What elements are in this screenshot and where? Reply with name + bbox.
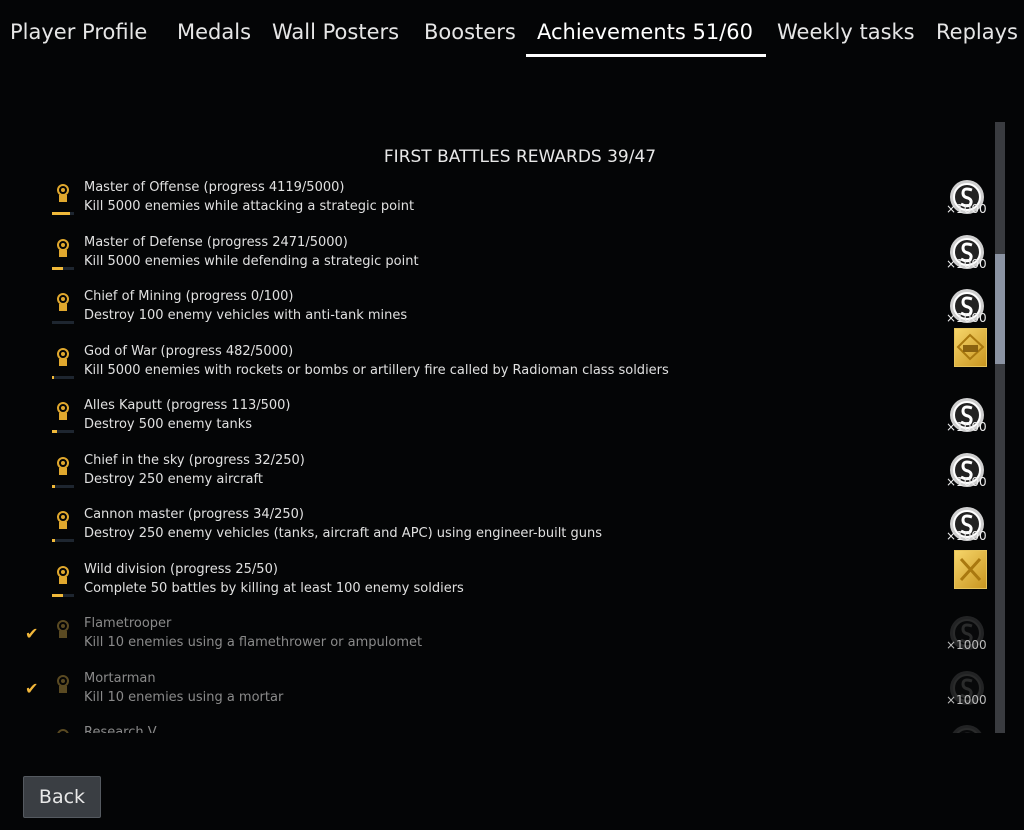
achievement-row: ✔ Mortarman Kill 10 enemies using a mortar… (0, 669, 992, 723)
tab-bar: Player Profile Medals Wall Posters Boost… (0, 0, 1024, 60)
reward-multiplier: ×1000 (946, 311, 987, 325)
achievement-description: Destroy 250 enemy aircraft (84, 471, 263, 487)
achievement-title: God of War (progress 482/5000) (84, 343, 294, 359)
scrollbar[interactable] (995, 122, 1005, 733)
tab-replays[interactable]: Replays (936, 20, 1018, 44)
achievement-title: Chief of Mining (progress 0/100) (84, 289, 294, 304)
progress-bar (52, 539, 74, 542)
reward-multiplier: ×1000 (946, 638, 987, 652)
tab-achievements[interactable]: Achievements 51/60 (537, 20, 753, 44)
reward-multiplier: ×1000 (946, 202, 987, 216)
medal-icon (56, 293, 70, 311)
medal-icon (56, 620, 70, 638)
medal-icon (56, 402, 70, 420)
achievement-title: Cannon master (progress 34/250) (84, 507, 304, 522)
medal-icon (56, 565, 70, 584)
progress-bar (52, 430, 74, 433)
progress-bar (52, 321, 74, 324)
achievement-row: Alles Kaputt (progress 113/500) Destroy 5… (0, 396, 992, 450)
achievement-title: Master of Offense (progress 4119/5000) (84, 180, 345, 195)
achievement-description: Kill 10 enemies using a flamethrower or … (84, 635, 423, 650)
achievement-row: Chief of Mining (progress 0/100) Destroy … (0, 287, 992, 341)
achievement-row: Master of Defense (progress 2471/5000) Ki… (0, 233, 992, 287)
scrollbar-thumb[interactable] (995, 254, 1005, 364)
achievement-title: Alles Kaputt (progress 113/500) (84, 398, 291, 413)
achievement-title: Chief in the sky (progress 32/250) (84, 452, 305, 468)
progress-bar (52, 212, 74, 215)
check-icon: ✔ (25, 624, 39, 643)
reward-multiplier: ×1000 (946, 529, 987, 543)
achievement-description: Kill 5000 enemies with rockets or bombs … (84, 362, 669, 378)
tab-weekly-tasks[interactable]: Weekly tasks (777, 20, 915, 44)
reward-multiplier: ×1000 (946, 420, 987, 434)
tab-player-profile[interactable]: Player Profile (10, 20, 147, 44)
gold-tank-decal-icon (954, 327, 987, 367)
achievement-row: Cannon master (progress 34/250) Destroy 2… (0, 505, 992, 559)
achievement-row: ✔Research V (0, 723, 992, 733)
medal-icon (56, 456, 70, 475)
medal-icon (56, 347, 70, 366)
progress-bar (52, 484, 74, 488)
check-icon: ✔ (25, 678, 39, 698)
achievement-title: Mortarman (84, 670, 156, 686)
back-button[interactable]: Back (23, 776, 101, 818)
achievement-row: Chief in the sky (progress 32/250) Destro… (0, 451, 992, 505)
progress-bar (52, 375, 74, 379)
achievement-description: Destroy 100 enemy vehicles with anti-tan… (84, 308, 408, 323)
reward-multiplier: ×1000 (946, 692, 987, 707)
medal-icon (56, 238, 70, 257)
achievement-row: Wild division (progress 25/50) Complete 5… (0, 549, 992, 614)
progress-bar (52, 593, 74, 597)
reward-multiplier: ×1000 (946, 256, 987, 271)
tab-boosters[interactable]: Boosters (424, 20, 516, 44)
medal-icon (56, 729, 70, 733)
achievement-description: Destroy 500 enemy tanks (84, 417, 252, 432)
reward-multiplier: ×1000 (946, 474, 987, 489)
section-title: FIRST BATTLES REWARDS 39/47 (383, 147, 657, 167)
medal-icon (56, 511, 70, 529)
achievement-row: ✔ Flametrooper Kill 10 enemies using a fla… (0, 614, 992, 668)
achievement-description: Kill 10 enemies using a mortar (84, 689, 284, 705)
achievement-description: Complete 50 battles by killing at least … (84, 580, 464, 596)
achievement-row: God of War (progress 482/5000) Kill 5000 … (0, 327, 992, 396)
tab-wall-posters[interactable]: Wall Posters (272, 20, 399, 44)
tab-medals[interactable]: Medals (177, 20, 251, 44)
achievement-list: Master of Offense (progress 4119/5000) Ki… (0, 178, 992, 733)
medal-icon (56, 674, 70, 693)
achievement-title: Master of Defense (progress 2471/5000) (84, 234, 348, 250)
achievement-row: Master of Offense (progress 4119/5000) Ki… (0, 178, 992, 232)
achievement-description: Destroy 250 enemy vehicles (tanks, aircr… (84, 526, 603, 541)
silver-coin-icon (949, 724, 985, 733)
progress-bar (52, 266, 74, 270)
medal-icon (56, 184, 70, 202)
achievement-description: Kill 5000 enemies while attacking a stra… (84, 199, 415, 214)
achievement-description: Kill 5000 enemies while defending a stra… (84, 253, 419, 269)
gold-crossed-swords-icon (954, 549, 987, 589)
achievement-title: Wild division (progress 25/50) (84, 561, 278, 577)
achievement-title: Flametrooper (84, 616, 172, 631)
achievement-title: Research V (84, 725, 157, 733)
active-tab-underline (526, 54, 766, 57)
